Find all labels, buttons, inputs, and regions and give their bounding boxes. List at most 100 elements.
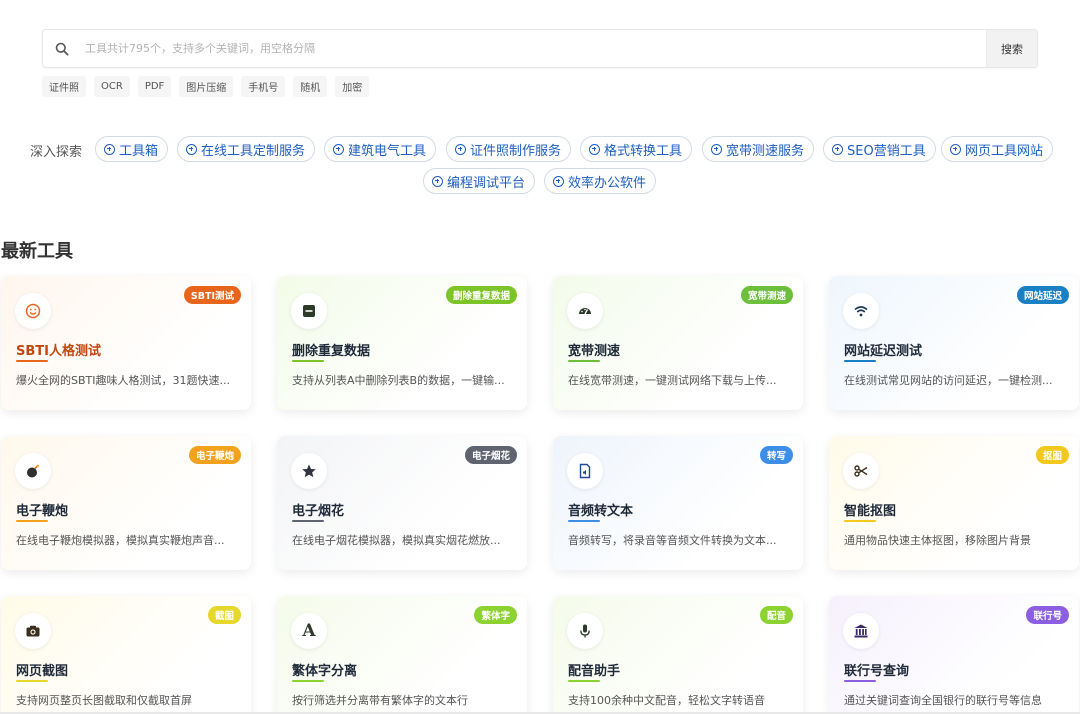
tool-card[interactable]: 抠图 智能抠图 通用物品快速主体抠图，移除图片背景 — [829, 436, 1079, 570]
tool-card[interactable]: 电子鞭炮 电子鞭炮 在线电子鞭炮模拟器，模拟真实鞭炮声音... — [1, 436, 251, 570]
card-description: 在线测试常见网站的访问延迟，一键检测... — [844, 374, 1053, 387]
explore-chip-office[interactable]: 效率办公软件 — [544, 168, 657, 194]
plus-circle-icon — [432, 175, 443, 187]
star-icon — [291, 453, 327, 489]
card-description: 通过关键词查询全国银行的联行号等信息 — [844, 694, 1042, 707]
search-input[interactable] — [81, 30, 986, 67]
tag-random[interactable]: 随机 — [293, 76, 328, 97]
card-description: 按行筛选并分离带有繁体字的文本行 — [292, 694, 468, 707]
search-button[interactable]: 搜索 — [986, 30, 1037, 67]
title-underline — [16, 680, 48, 682]
card-badge: 宽带测速 — [740, 286, 793, 304]
card-title: 删除重复数据 — [292, 344, 371, 359]
tool-card[interactable]: SBTI测试 SBTI人格测试 爆火全网的SBTI趣味人格测试，31题快速... — [1, 276, 251, 410]
wifi-icon — [843, 293, 879, 329]
tool-card[interactable]: 配音 配音助手 支持100余种中文配音，轻松文字转语音 — [553, 596, 803, 714]
tool-card[interactable]: 删除重复数据 删除重复数据 支持从列表A中删除列表B的数据，一键输... — [277, 276, 527, 410]
tag-image-compress[interactable]: 图片压缩 — [179, 76, 234, 97]
explore-chip-custom-service[interactable]: 在线工具定制服务 — [177, 136, 316, 162]
title-underline — [844, 360, 876, 362]
card-title: 电子烟花 — [292, 504, 345, 519]
title-underline — [292, 360, 324, 362]
explore-chip-web-tools[interactable]: 网页工具网站 — [941, 136, 1054, 162]
explore-chip-seo[interactable]: SEO营销工具 — [823, 136, 936, 162]
card-badge: 网站延迟 — [1016, 286, 1069, 304]
card-description: 支持100余种中文配音，轻松文字转语音 — [568, 694, 765, 707]
card-title: 音频转文本 — [568, 504, 634, 519]
search-box: 搜索 — [42, 29, 1038, 68]
card-badge: SBTI测试 — [183, 286, 241, 304]
title-underline — [292, 520, 324, 522]
title-underline — [16, 360, 48, 362]
minus-square-icon — [291, 293, 327, 329]
card-description: 支持网页整页长图截取和仅截取首屏 — [16, 694, 192, 707]
plus-circle-icon — [553, 175, 564, 187]
tag-pdf[interactable]: PDF — [137, 76, 172, 97]
search-icon[interactable] — [43, 30, 81, 67]
explore-chip-toolbox[interactable]: 工具箱 — [95, 136, 169, 162]
plus-circle-icon — [455, 143, 466, 155]
quick-tags: 证件照 OCR PDF 图片压缩 手机号 随机 加密 — [42, 76, 370, 97]
letter-a-icon: A — [291, 613, 327, 649]
card-badge: 截图 — [207, 606, 241, 624]
tag-id-photo[interactable]: 证件照 — [42, 76, 86, 97]
card-badge: 转写 — [759, 446, 793, 464]
card-description: 在线电子鞭炮模拟器，模拟真实鞭炮声音... — [16, 534, 225, 547]
audio-file-icon — [567, 453, 603, 489]
tool-card[interactable]: 网站延迟 网站延迟测试 在线测试常见网站的访问延迟，一键检测... — [829, 276, 1079, 410]
plus-circle-icon — [589, 143, 600, 155]
tool-card[interactable]: 宽带测速 宽带测速 在线宽带测速，一键测试网络下载与上传... — [553, 276, 803, 410]
card-description: 在线宽带测速，一键测试网络下载与上传... — [568, 374, 777, 387]
explore-chip-id-photo-service[interactable]: 证件照制作服务 — [446, 136, 572, 162]
card-badge: 繁体字 — [474, 606, 517, 624]
card-description: 支持从列表A中删除列表B的数据，一键输... — [292, 374, 505, 387]
plus-circle-icon — [832, 143, 843, 155]
tool-card[interactable]: 转写 音频转文本 音频转写，将录音等音频文件转换为文本... — [553, 436, 803, 570]
explore-chip-speedtest[interactable]: 宽带测速服务 — [702, 136, 815, 162]
plus-circle-icon — [333, 143, 344, 155]
smile-icon — [15, 293, 51, 329]
card-title: 繁体字分离 — [292, 664, 358, 679]
title-underline — [16, 520, 48, 522]
plus-circle-icon — [950, 143, 961, 155]
card-title: 网站延迟测试 — [844, 344, 923, 359]
tool-card[interactable]: 联行号 联行号查询 通过关键词查询全国银行的联行号等信息 — [829, 596, 1079, 714]
bomb-icon — [15, 453, 51, 489]
card-description: 爆火全网的SBTI趣味人格测试，31题快速... — [16, 374, 230, 387]
title-underline — [568, 520, 600, 522]
card-description: 通用物品快速主体抠图，移除图片背景 — [844, 534, 1031, 547]
card-title: 网页截图 — [16, 664, 69, 679]
explore-label: 深入探索 — [30, 145, 83, 160]
explore-chip-debug[interactable]: 编程调试平台 — [423, 168, 536, 194]
title-underline — [568, 360, 600, 362]
tool-card[interactable]: 截图 网页截图 支持网页整页长图截取和仅截取首屏 — [1, 596, 251, 714]
card-badge: 配音 — [759, 606, 793, 624]
tool-card[interactable]: 电子烟花 电子烟花 在线电子烟花模拟器，模拟真实烟花燃放... — [277, 436, 527, 570]
title-underline — [568, 680, 600, 682]
card-badge: 电子鞭炮 — [188, 446, 241, 464]
section-title: 最新工具 — [1, 241, 73, 262]
title-underline — [292, 680, 324, 682]
card-description: 在线电子烟花模拟器，模拟真实烟花燃放... — [292, 534, 501, 547]
tool-card[interactable]: A 繁体字 繁体字分离 按行筛选并分离带有繁体字的文本行 — [277, 596, 527, 714]
card-badge: 删除重复数据 — [445, 286, 517, 304]
card-description: 音频转写，将录音等音频文件转换为文本... — [568, 534, 777, 547]
explore-chip-electrical[interactable]: 建筑电气工具 — [324, 136, 437, 162]
card-title: 电子鞭炮 — [16, 504, 69, 519]
card-badge: 电子烟花 — [464, 446, 517, 464]
card-badge: 抠图 — [1035, 446, 1069, 464]
plus-circle-icon — [104, 143, 115, 155]
explore-chip-format-convert[interactable]: 格式转换工具 — [580, 136, 693, 162]
card-title: 配音助手 — [568, 664, 621, 679]
camera-icon — [15, 613, 51, 649]
title-underline — [844, 680, 876, 682]
card-title: 智能抠图 — [844, 504, 897, 519]
card-title: 联行号查询 — [844, 664, 910, 679]
tag-phone[interactable]: 手机号 — [241, 76, 286, 97]
card-title: 宽带测速 — [568, 344, 621, 359]
speedometer-icon — [567, 293, 603, 329]
title-underline — [844, 520, 876, 522]
tag-ocr[interactable]: OCR — [94, 76, 130, 97]
tag-encrypt[interactable]: 加密 — [335, 76, 370, 97]
plus-circle-icon — [186, 143, 197, 155]
